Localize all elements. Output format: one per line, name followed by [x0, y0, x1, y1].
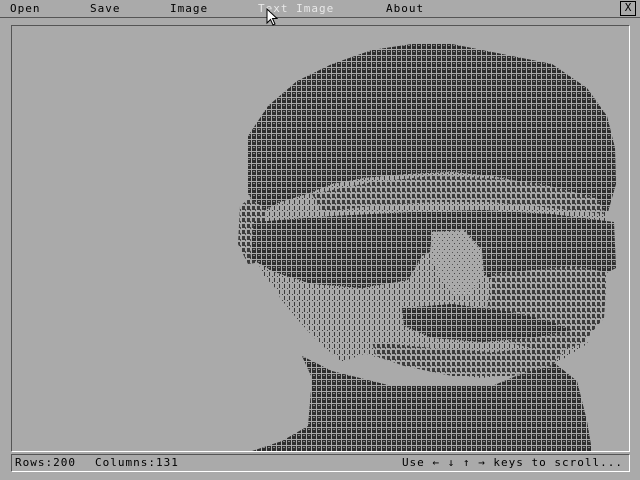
app-window: Open Save Image Text Image About X Rows:… [0, 0, 640, 480]
menu-about[interactable]: About [386, 1, 424, 16]
close-button[interactable]: X [620, 1, 636, 16]
status-bar: Rows:200 Columns:131 Use ← ↓ ↑ → keys to… [11, 454, 630, 472]
menu-save[interactable]: Save [90, 1, 121, 16]
status-scroll-hint: Use ← ↓ ↑ → keys to scroll... [401, 456, 623, 469]
status-columns: Columns:131 [95, 456, 179, 469]
ascii-art-viewport[interactable] [11, 25, 630, 452]
menu-bar: Open Save Image Text Image About X [0, 0, 640, 18]
portrait-neck [252, 356, 592, 451]
ascii-portrait-image [238, 44, 616, 451]
menu-image[interactable]: Image [170, 1, 208, 16]
menu-open[interactable]: Open [10, 1, 41, 16]
arrow-cursor-icon [266, 8, 278, 26]
status-rows: Rows:200 [15, 456, 76, 469]
